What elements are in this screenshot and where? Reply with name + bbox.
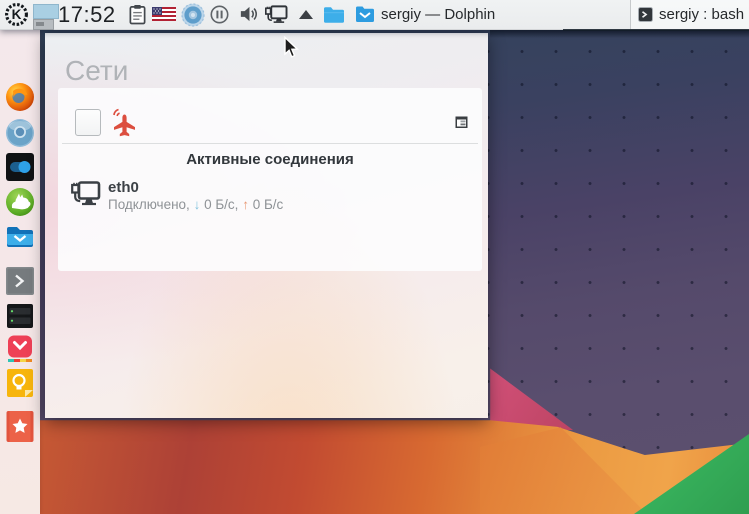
amule-icon[interactable]	[5, 187, 35, 217]
connection-status: Подключено, ↓ 0 Б/с, ↑ 0 Б/с	[108, 197, 283, 212]
toggle-settings-icon[interactable]	[5, 152, 35, 182]
bash-task-icon	[638, 7, 653, 27]
download-rate: 0 Б/с,	[200, 197, 243, 212]
folder-widget-icon[interactable]	[323, 6, 345, 28]
divider	[62, 143, 478, 144]
clipboard-icon[interactable]	[128, 4, 147, 30]
clock[interactable]: 17:52	[58, 0, 116, 29]
ethernet-icon	[70, 179, 101, 218]
airplane-mode-icon	[110, 107, 137, 143]
desktop-2-thumbnail[interactable]	[33, 19, 54, 30]
bash-task[interactable]: sergiy : bash	[630, 0, 749, 29]
bash-task-label: sergiy : bash	[659, 6, 745, 23]
chromium-icon[interactable]	[5, 118, 35, 148]
connection-item-eth0[interactable]: eth0 Подключено, ↓ 0 Б/с, ↑ 0 Б/с	[58, 176, 482, 224]
keyboard-layout-us-flag-icon[interactable]	[152, 7, 176, 26]
pause-media-icon[interactable]	[210, 5, 229, 29]
desktop-1-thumbnail[interactable]	[33, 4, 59, 19]
upload-arrow-icon: ↑	[242, 197, 249, 212]
kde-launcher-icon[interactable]: K	[4, 2, 29, 32]
google-keep-icon[interactable]	[5, 368, 35, 398]
network-list-panel: Активные соединения eth0 Подключено, ↓ 0…	[58, 88, 482, 271]
configure-connections-button[interactable]	[455, 116, 468, 129]
airplane-mode-checkbox[interactable]	[75, 109, 101, 136]
left-dock-panel	[0, 29, 40, 514]
dolphin-task-label[interactable]: sergiy — Dolphin	[381, 0, 495, 29]
desktop: K 17:52 sergiy — Dolphin sergiy: bash С…	[0, 0, 749, 514]
firefox-icon[interactable]	[5, 82, 35, 112]
network-popup: Сети Активные соединения eth0 Подключено…	[45, 33, 488, 418]
svg-text:K: K	[12, 7, 22, 22]
dolphin-task-icon[interactable]	[355, 5, 375, 28]
network-tray-icon[interactable]	[264, 4, 289, 30]
upload-rate: 0 Б/с	[248, 197, 284, 212]
status-text: Подключено,	[108, 197, 194, 212]
server-icon[interactable]	[5, 301, 35, 331]
wunderlist-icon[interactable]	[5, 410, 35, 443]
virtual-desktop-pager[interactable]	[33, 3, 59, 30]
active-connections-header: Активные соединения	[186, 151, 354, 168]
mouse-cursor	[283, 35, 299, 64]
popup-title: Сети	[65, 55, 129, 86]
connection-name: eth0	[108, 179, 139, 196]
window-top-edge	[563, 29, 749, 31]
pocket-icon[interactable]	[5, 334, 35, 364]
terminal-chevron-icon[interactable]	[5, 266, 35, 296]
volume-icon[interactable]	[238, 4, 259, 29]
top-panel: K 17:52 sergiy — Dolphin sergiy: bash	[0, 0, 749, 30]
tray-expander-arrow-icon[interactable]	[299, 10, 313, 19]
dolphin-folder-icon[interactable]	[5, 224, 35, 254]
updates-disc-icon[interactable]	[181, 3, 205, 32]
